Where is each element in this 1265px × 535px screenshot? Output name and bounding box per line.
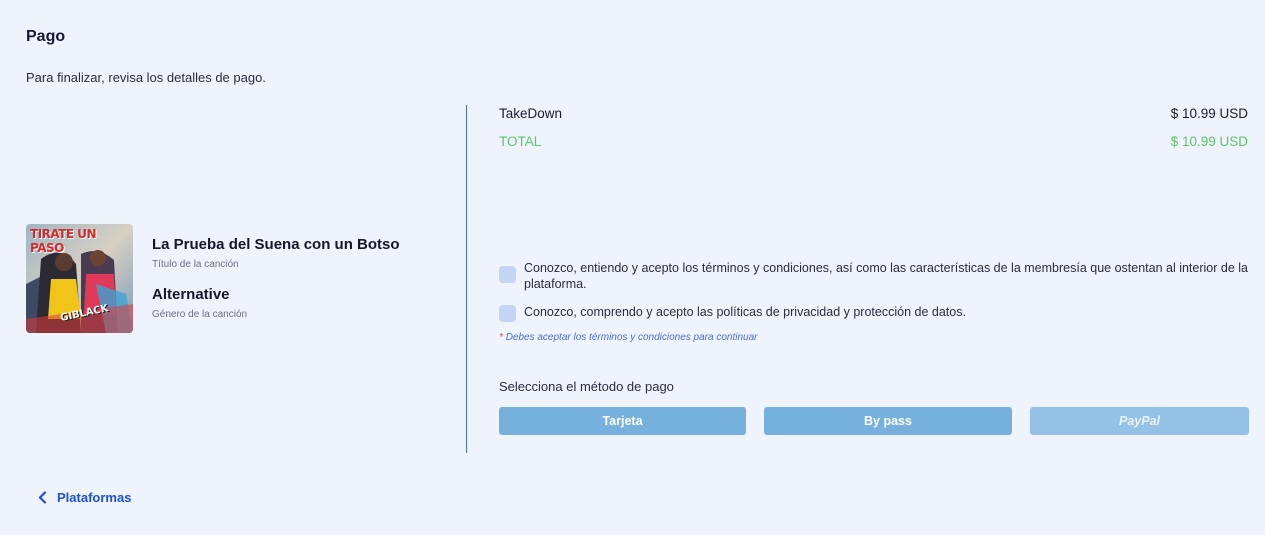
back-to-platforms-link[interactable]: Plataformas bbox=[38, 490, 131, 505]
song-genre: Alternative bbox=[152, 286, 230, 303]
privacy-checkbox[interactable] bbox=[499, 305, 516, 322]
total-label: TOTAL bbox=[499, 134, 542, 149]
privacy-checkbox-label[interactable]: Conozco, comprendo y acepto las política… bbox=[524, 304, 966, 320]
terms-checkbox-label[interactable]: Conozco, entiendo y acepto los términos … bbox=[524, 260, 1249, 292]
song-title: La Prueba del Suena con un Botso bbox=[152, 236, 400, 253]
pay-paypal-button[interactable]: PayPal bbox=[1030, 407, 1249, 435]
back-link-label[interactable]: Plataformas bbox=[57, 490, 131, 505]
line-item-row: TakeDown $ 10.99 USD bbox=[499, 106, 1248, 121]
vertical-divider bbox=[466, 105, 467, 453]
pay-card-button[interactable]: Tarjeta bbox=[499, 407, 746, 435]
warning-text: Debes aceptar los términos y condiciones… bbox=[505, 332, 758, 343]
terms-checkbox-row[interactable]: Conozco, entiendo y acepto los términos … bbox=[499, 260, 1249, 292]
line-item-price: $ 10.99 USD bbox=[1170, 106, 1248, 121]
album-cover: TIRATE UN PASO GIBLACK bbox=[26, 224, 133, 333]
page-subtitle: Para finalizar, revisa los detalles de p… bbox=[26, 70, 266, 85]
page-title: Pago bbox=[26, 28, 66, 45]
payment-method-label: Selecciona el método de pago bbox=[499, 379, 674, 394]
warning-star: * bbox=[499, 332, 503, 343]
song-title-label: Título de la canción bbox=[152, 259, 239, 270]
pay-bypass-button[interactable]: By pass bbox=[764, 407, 1012, 435]
chevron-left-icon bbox=[38, 491, 47, 504]
total-row: TOTAL $ 10.99 USD bbox=[499, 134, 1248, 149]
terms-warning: * Debes aceptar los términos y condicion… bbox=[499, 332, 758, 343]
privacy-checkbox-row[interactable]: Conozco, comprendo y acepto las política… bbox=[499, 304, 1249, 322]
line-item-name: TakeDown bbox=[499, 106, 563, 121]
cover-title-text: TIRATE UN PASO bbox=[30, 227, 97, 255]
terms-checkbox[interactable] bbox=[499, 266, 516, 283]
song-genre-label: Género de la canción bbox=[152, 309, 248, 320]
total-price: $ 10.99 USD bbox=[1170, 134, 1248, 149]
